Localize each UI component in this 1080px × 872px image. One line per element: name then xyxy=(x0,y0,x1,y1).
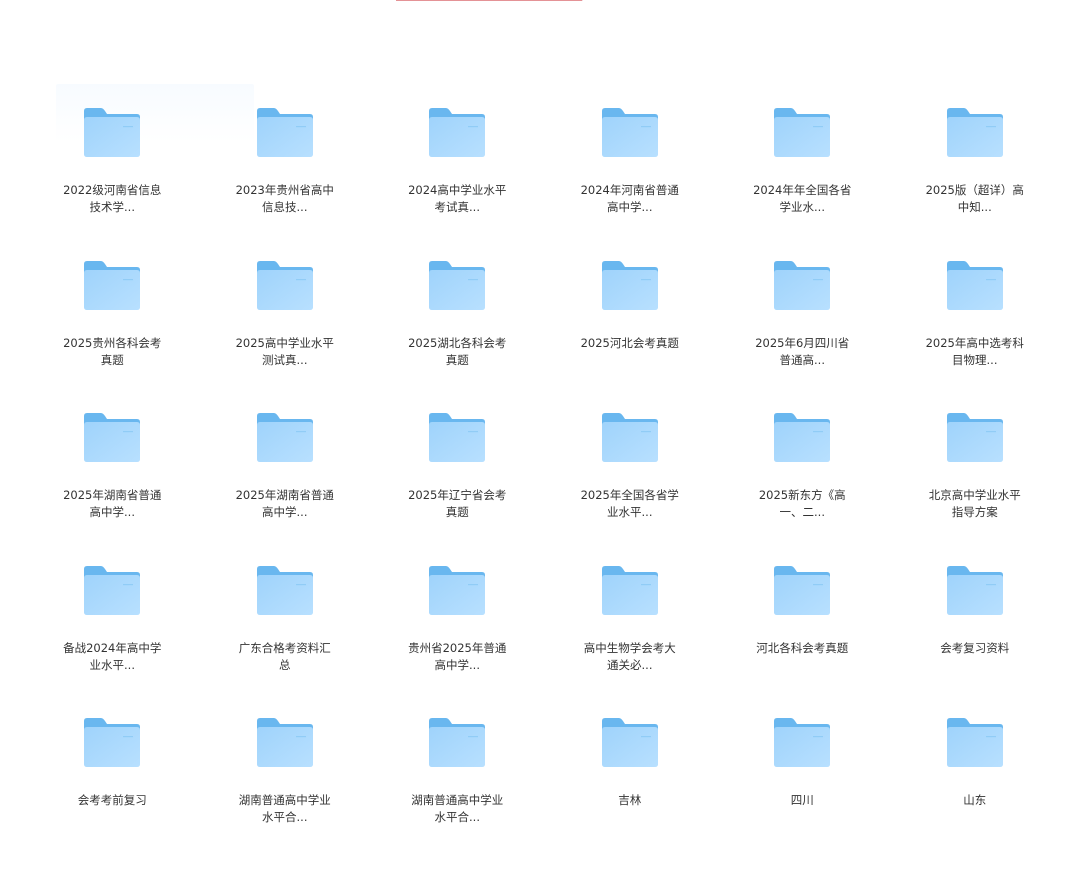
folder-item[interactable]: 2025版（超详）高中知... xyxy=(889,104,1062,257)
folder-item[interactable]: 2025河北会考真题 xyxy=(544,257,717,410)
folder-icon[interactable] xyxy=(83,714,141,772)
folder-icon[interactable] xyxy=(946,104,1004,162)
folder-item[interactable]: 2025年高中选考科目物理... xyxy=(889,257,1062,410)
folder-item[interactable]: 2024高中学业水平考试真... xyxy=(371,104,544,257)
folder-label: 北京高中学业水平指导方案 xyxy=(928,488,1021,519)
folder-label: 湖南普通高中学业水平合... xyxy=(238,793,331,824)
folder-item[interactable]: 山东 xyxy=(889,714,1062,867)
folder-label: 2025年湖南省普通高中学... xyxy=(63,488,162,519)
folder-label: 2025版（超详）高中知... xyxy=(925,183,1024,214)
folder-item[interactable]: 2025新东方《高一、二... xyxy=(716,409,889,562)
folder-label: 吉林 xyxy=(618,793,642,807)
folder-label: 河北各科会考真题 xyxy=(756,640,849,655)
folder-item[interactable]: 吉林 xyxy=(544,714,717,867)
folder-label: 2025年高中选考科目物理... xyxy=(925,335,1024,367)
folder-label: 2023年贵州省高中信息技... xyxy=(235,183,334,214)
folder-label: 备战2024年高中学业水平... xyxy=(63,640,162,672)
folder-label: 贵州省2025年普通高中学... xyxy=(408,640,507,672)
folder-label: 四川 xyxy=(790,793,814,807)
folder-item[interactable]: 2025年湖南省普通高中学... xyxy=(199,409,372,562)
folder-item[interactable]: 备战2024年高中学业水平... xyxy=(26,562,199,715)
folder-icon[interactable] xyxy=(946,409,1004,467)
folder-label: 会考复习资料 xyxy=(940,640,1010,655)
folder-label: 广东合格考资料汇总 xyxy=(238,640,331,672)
folder-item[interactable]: 2025年辽宁省会考真题 xyxy=(371,409,544,562)
folder-item[interactable]: 高中生物学会考大通关必... xyxy=(544,562,717,715)
folder-icon[interactable] xyxy=(773,257,831,315)
folder-icon[interactable] xyxy=(601,409,659,467)
folder-item[interactable]: 贵州省2025年普通高中学... xyxy=(371,562,544,715)
folder-item[interactable]: 湖南普通高中学业水平合... xyxy=(199,714,372,867)
folder-icon[interactable] xyxy=(83,257,141,315)
folder-label: 2024高中学业水平考试真... xyxy=(408,183,507,214)
folder-label: 2025年6月四川省普通高... xyxy=(755,335,850,367)
folder-icon[interactable] xyxy=(256,257,314,315)
folder-icon[interactable] xyxy=(256,104,314,162)
folder-icon[interactable] xyxy=(773,104,831,162)
folder-label: 2025年全国各省学业水平... xyxy=(580,488,679,519)
folder-icon[interactable] xyxy=(83,104,141,162)
folder-label: 山东 xyxy=(963,793,987,807)
folder-label: 2025湖北各科会考真题 xyxy=(408,335,507,367)
folder-icon[interactable] xyxy=(83,409,141,467)
folder-label: 2024年河南省普通高中学... xyxy=(580,183,679,214)
folder-item[interactable]: 2024年年全国各省学业水... xyxy=(716,104,889,257)
folder-label: 2025高中学业水平测试真... xyxy=(235,335,334,367)
folder-grid: 2022级河南省信息技术学... 2023年贵州省高中信息技... 2024高中… xyxy=(26,104,1062,867)
folder-item[interactable]: 四川 xyxy=(716,714,889,867)
folder-label: 2022级河南省信息技术学... xyxy=(63,183,162,214)
top-title-fragment: ▁▂▃▂▁▂▃▂▁▂▃ xyxy=(396,0,646,6)
folder-icon[interactable] xyxy=(428,257,486,315)
folder-icon[interactable] xyxy=(428,562,486,620)
folder-icon[interactable] xyxy=(946,562,1004,620)
folder-label: 高中生物学会考大通关必... xyxy=(583,640,676,672)
folder-item[interactable]: 北京高中学业水平指导方案 xyxy=(889,409,1062,562)
folder-icon[interactable] xyxy=(601,257,659,315)
folder-label: 会考考前复习 xyxy=(77,793,147,807)
folder-item[interactable]: 2023年贵州省高中信息技... xyxy=(199,104,372,257)
folder-icon[interactable] xyxy=(428,104,486,162)
folder-item[interactable]: 2025贵州各科会考真题 xyxy=(26,257,199,410)
folder-icon[interactable] xyxy=(946,714,1004,772)
folder-icon[interactable] xyxy=(946,257,1004,315)
folder-icon[interactable] xyxy=(773,409,831,467)
folder-icon[interactable] xyxy=(601,714,659,772)
folder-label: 2025贵州各科会考真题 xyxy=(63,335,162,367)
folder-item[interactable]: 2025年湖南省普通高中学... xyxy=(26,409,199,562)
folder-icon[interactable] xyxy=(773,714,831,772)
folder-icon[interactable] xyxy=(773,562,831,620)
folder-item[interactable]: 河北各科会考真题 xyxy=(716,562,889,715)
folder-icon[interactable] xyxy=(256,714,314,772)
folder-label: 2024年年全国各省学业水... xyxy=(753,183,852,214)
folder-item[interactable]: 2025年6月四川省普通高... xyxy=(716,257,889,410)
folder-icon[interactable] xyxy=(601,104,659,162)
folder-label: 2025年湖南省普通高中学... xyxy=(235,488,334,519)
folder-label: 2025新东方《高一、二... xyxy=(758,488,846,519)
folder-icon[interactable] xyxy=(256,562,314,620)
folder-item[interactable]: 2024年河南省普通高中学... xyxy=(544,104,717,257)
folder-icon[interactable] xyxy=(428,409,486,467)
folder-label: 2025河北会考真题 xyxy=(580,335,679,350)
folder-icon[interactable] xyxy=(601,562,659,620)
folder-item[interactable]: 会考考前复习 xyxy=(26,714,199,867)
folder-icon[interactable] xyxy=(256,409,314,467)
folder-item[interactable]: 2025年全国各省学业水平... xyxy=(544,409,717,562)
folder-label: 湖南普通高中学业水平合... xyxy=(411,793,504,824)
folder-icon[interactable] xyxy=(83,562,141,620)
folder-item[interactable]: 2025高中学业水平测试真... xyxy=(199,257,372,410)
folder-item[interactable]: 2022级河南省信息技术学... xyxy=(26,104,199,257)
folder-item[interactable]: 广东合格考资料汇总 xyxy=(199,562,372,715)
folder-label: 2025年辽宁省会考真题 xyxy=(408,488,507,519)
folder-item[interactable]: 会考复习资料 xyxy=(889,562,1062,715)
folder-item[interactable]: 湖南普通高中学业水平合... xyxy=(371,714,544,867)
folder-item[interactable]: 2025湖北各科会考真题 xyxy=(371,257,544,410)
folder-icon[interactable] xyxy=(428,714,486,772)
